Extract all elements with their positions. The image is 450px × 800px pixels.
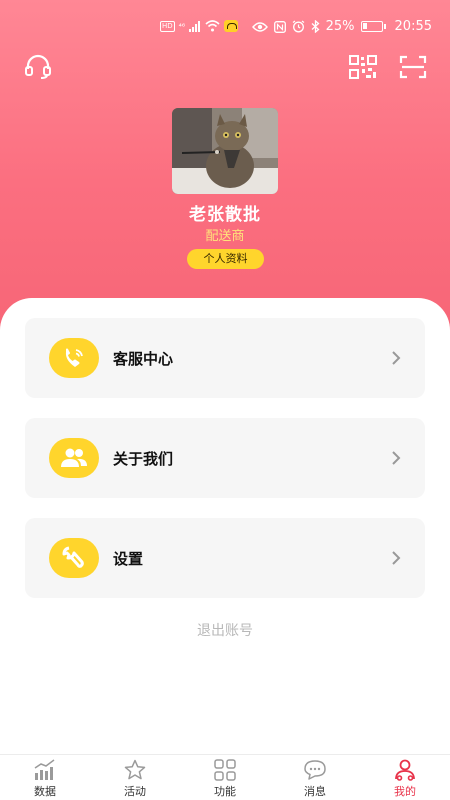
menu-panel: 客服中心 关于我们 设置 退出账号 bbox=[0, 298, 450, 754]
bluetooth-icon bbox=[311, 20, 320, 34]
user-name: 老张散批 bbox=[189, 205, 261, 225]
network-type: ⁴⁶ bbox=[178, 21, 186, 31]
message-icon bbox=[304, 760, 326, 780]
menu-label: 客服中心 bbox=[113, 350, 174, 368]
nav-label: 功能 bbox=[214, 785, 236, 798]
user-icon bbox=[395, 759, 415, 781]
grid-icon bbox=[214, 759, 236, 781]
battery-fill bbox=[362, 23, 367, 29]
nav-item-data[interactable]: 数据 bbox=[0, 755, 90, 800]
status-left: HD ⁴⁶ bbox=[160, 19, 239, 33]
alarm-icon bbox=[292, 20, 305, 34]
users-icon bbox=[49, 438, 99, 478]
nfc-icon bbox=[273, 20, 286, 34]
bottom-nav: 数据 活动 功能 消息 我的 bbox=[0, 754, 450, 800]
battery-percent: 25% bbox=[325, 19, 355, 34]
nav-item-messages[interactable]: 消息 bbox=[270, 755, 360, 800]
profile-button[interactable]: 个人资料 bbox=[187, 249, 264, 269]
nav-item-mine[interactable]: 我的 bbox=[360, 755, 450, 800]
status-right: 25% 20:55 bbox=[251, 19, 432, 34]
nav-item-activity[interactable]: 活动 bbox=[90, 755, 180, 800]
phone-icon bbox=[49, 338, 99, 378]
avatar[interactable] bbox=[172, 108, 278, 194]
clock: 20:55 bbox=[394, 19, 432, 34]
signal-icon bbox=[189, 19, 201, 33]
app-notification-icon bbox=[224, 20, 239, 32]
menu-item-about-us[interactable]: 关于我们 bbox=[25, 418, 425, 498]
menu-label: 设置 bbox=[113, 550, 144, 568]
menu-item-customer-service[interactable]: 客服中心 bbox=[25, 318, 425, 398]
nav-item-features[interactable]: 功能 bbox=[180, 755, 270, 800]
nav-label: 我的 bbox=[394, 785, 416, 798]
chevron-right-icon bbox=[389, 450, 403, 466]
logout-button[interactable]: 退出账号 bbox=[0, 620, 450, 640]
chevron-right-icon bbox=[389, 350, 403, 366]
nav-label: 活动 bbox=[124, 785, 146, 798]
star-icon bbox=[124, 759, 146, 780]
wifi-icon bbox=[205, 19, 220, 33]
chevron-right-icon bbox=[389, 550, 403, 566]
qrcode-icon[interactable] bbox=[348, 52, 378, 82]
scan-icon[interactable] bbox=[398, 52, 428, 82]
chart-icon bbox=[34, 759, 55, 780]
menu-item-settings[interactable]: 设置 bbox=[25, 518, 425, 598]
menu-label: 关于我们 bbox=[113, 450, 174, 468]
headset-icon[interactable] bbox=[23, 52, 53, 82]
nav-label: 消息 bbox=[304, 785, 326, 798]
hd-badge: HD bbox=[160, 20, 175, 32]
nav-label: 数据 bbox=[34, 785, 56, 798]
status-bar: HD ⁴⁶ 25% 20:55 bbox=[0, 0, 450, 50]
battery-icon bbox=[360, 21, 386, 32]
wrench-icon bbox=[49, 538, 99, 578]
user-role: 配送商 bbox=[205, 229, 245, 244]
eye-icon bbox=[251, 20, 268, 34]
